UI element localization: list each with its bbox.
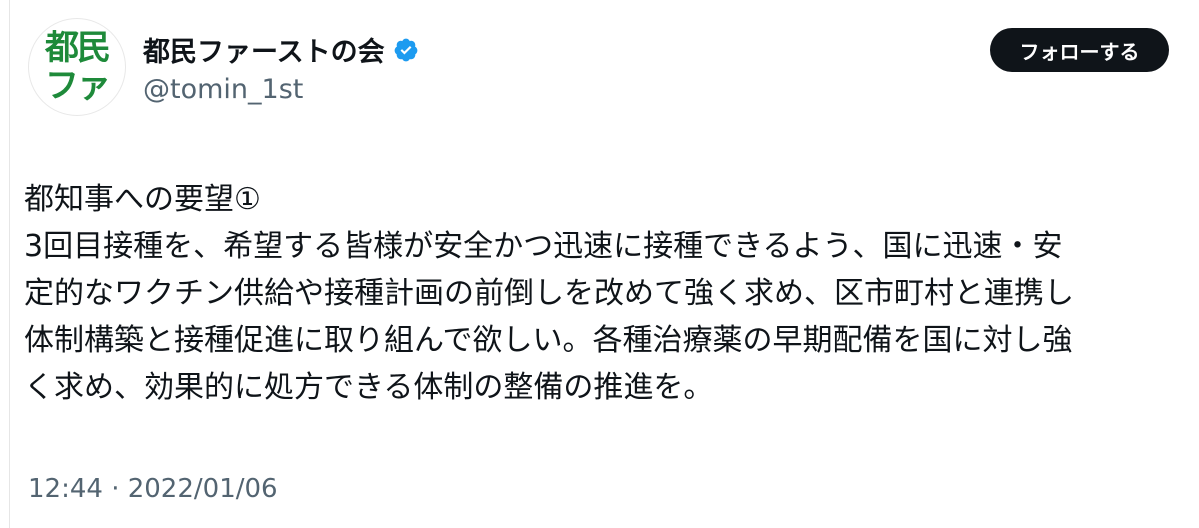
highlighted-title: 都知事への要望① bbox=[24, 182, 261, 217]
display-name[interactable]: 都民ファーストの会 bbox=[143, 30, 385, 69]
handle[interactable]: @tomin_1st bbox=[143, 74, 303, 105]
tweet-line-1: 都知事への要望① bbox=[24, 176, 1174, 223]
tweet-line-2-rest: を、希望する皆様が安全かつ迅速に接種できるよう、国に迅速・安 bbox=[163, 229, 1063, 264]
timestamp[interactable]: 12:44 · 2022/01/06 bbox=[28, 474, 278, 504]
tweet-line-2: 3回目接種を、希望する皆様が安全かつ迅速に接種できるよう、国に迅速・安 bbox=[24, 223, 1174, 270]
left-border bbox=[0, 0, 10, 528]
tweet-line-3: 定的なワクチン供給や接種計画の前倒しを改めて強く求め、区市町村と連携し bbox=[24, 276, 1074, 311]
avatar[interactable]: 都民 ファ bbox=[28, 18, 126, 116]
name-row: 都民ファーストの会 bbox=[143, 30, 419, 69]
tweet-line-4: 体制構築と接種促進に取り組んで欲しい。各種治療薬の早期配備を国に対し強 bbox=[24, 323, 1073, 358]
follow-button[interactable]: フォローする bbox=[990, 28, 1169, 72]
tweet-body: 都知事への要望① 3回目接種を、希望する皆様が安全かつ迅速に接種できるよう、国に… bbox=[24, 176, 1174, 411]
avatar-text-line2: ファ bbox=[45, 66, 111, 106]
highlighted-phrase: 3回目接種 bbox=[24, 229, 164, 264]
avatar-text-line1: 都民 bbox=[45, 28, 111, 68]
verified-badge-icon bbox=[394, 38, 418, 61]
tweet-line-5: く求め、効果的に処方できる体制の整備の推進を。 bbox=[24, 370, 714, 405]
